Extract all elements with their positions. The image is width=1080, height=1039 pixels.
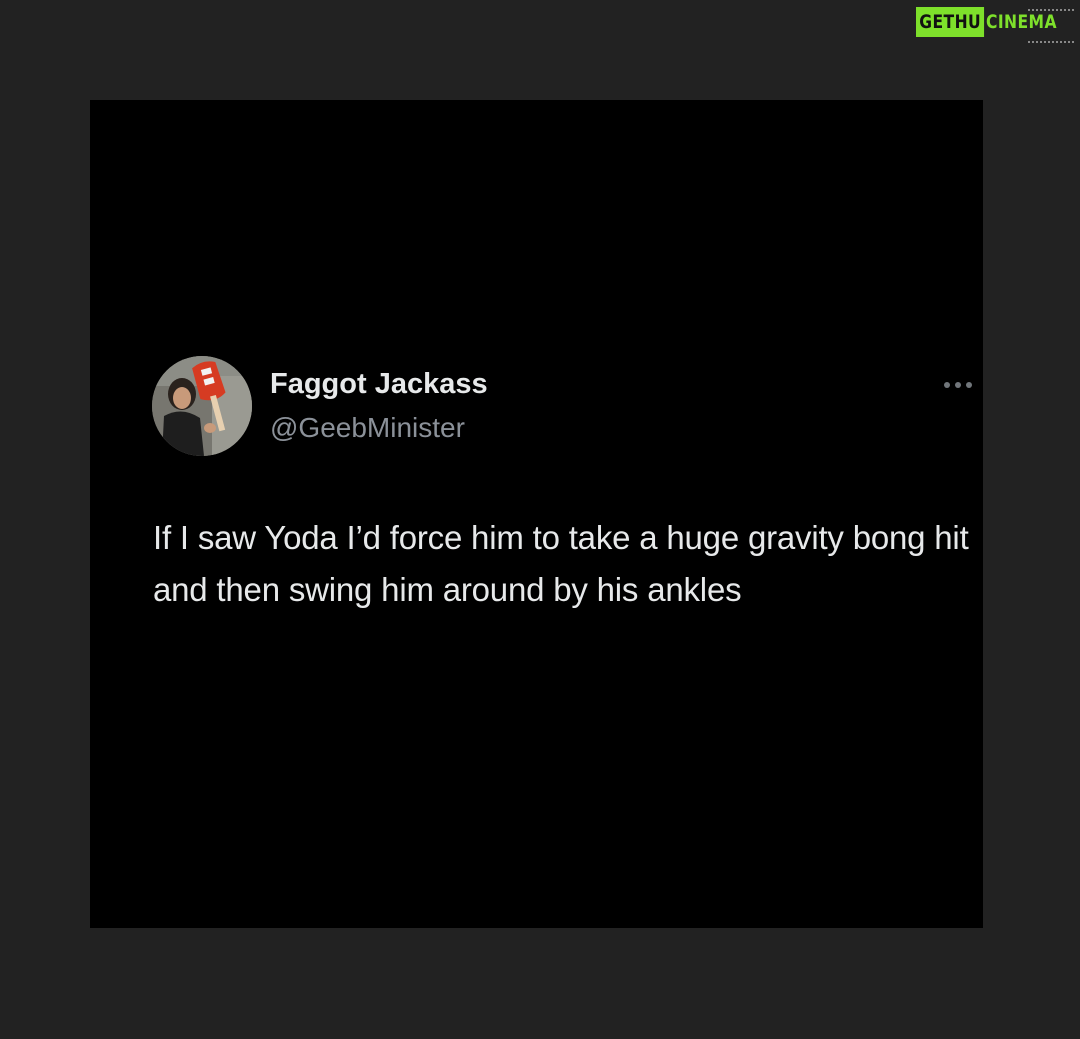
watermark-part2: CINEMA <box>986 11 1057 33</box>
watermark-logo: GETHU CINEMA <box>916 7 1076 43</box>
more-horizontal-icon <box>966 382 972 388</box>
avatar[interactable] <box>152 356 252 456</box>
film-strip-bottom <box>1028 41 1074 47</box>
user-handle[interactable]: @GeebMinister <box>270 410 465 446</box>
tweet-card: Faggot Jackass @GeebMinister If I saw Yo… <box>90 100 983 928</box>
display-name[interactable]: Faggot Jackass <box>270 366 488 402</box>
watermark-part1: GETHU <box>916 7 985 37</box>
more-horizontal-icon <box>955 382 961 388</box>
more-horizontal-icon <box>944 382 950 388</box>
more-options-button[interactable] <box>938 378 978 392</box>
avatar-image <box>152 356 252 456</box>
tweet-text: If I saw Yoda I’d force him to take a hu… <box>153 519 969 608</box>
